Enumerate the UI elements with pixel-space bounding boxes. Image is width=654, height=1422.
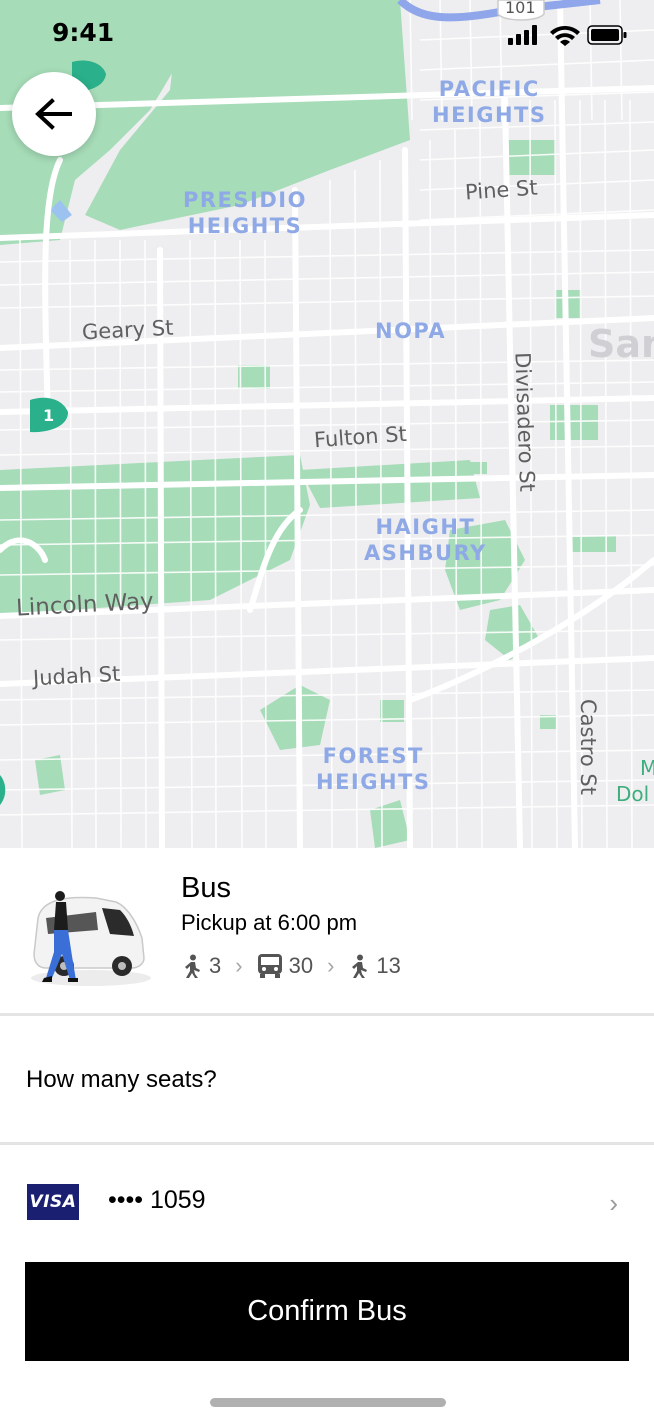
walking-icon — [352, 954, 368, 978]
route-marker: 1 — [43, 406, 55, 425]
visa-card-icon: VISA — [27, 1184, 79, 1220]
chevron-right-icon: › — [235, 953, 243, 978]
home-indicator[interactable] — [210, 1398, 446, 1407]
map[interactable]: 101 1 PACIFIC HEIGHTS PRESIDIO HEIGHTS N… — [0, 0, 654, 848]
product-row[interactable]: Bus Pickup at 6:00 pm 3 › 30 › 13 — [0, 848, 654, 1013]
confirm-button[interactable]: Confirm Bus — [25, 1262, 629, 1361]
walk-after-minutes: 13 — [376, 953, 401, 978]
dol-label: Dol — [616, 782, 650, 806]
wifi-icon — [550, 26, 580, 46]
divider — [0, 1142, 654, 1145]
cellular-signal-icon — [508, 25, 537, 45]
product-name: Bus — [181, 872, 231, 904]
pickup-time: Pickup at 6:00 pm — [181, 910, 358, 935]
card-number: •••• 1059 — [108, 1186, 206, 1214]
payment-method-row[interactable]: VISA •••• 1059 › — [0, 1148, 654, 1258]
walking-icon — [185, 954, 200, 978]
bus-vehicle-illustration — [31, 891, 151, 986]
geary-st-label: Geary St — [81, 315, 174, 345]
battery-icon — [587, 25, 627, 45]
bus-minutes: 30 — [288, 953, 314, 978]
san-label: San — [588, 322, 654, 366]
pine-st-label: Pine St — [464, 175, 539, 205]
route-summary: 3 › 30 › 13 — [181, 951, 401, 981]
bottom-sheet: Bus Pickup at 6:00 pm 3 › 30 › 13 How ma… — [0, 848, 654, 1422]
divider — [0, 1013, 654, 1016]
pacific-heights-label: PACIFIC HEIGHTS — [432, 77, 547, 127]
seats-question[interactable]: How many seats? — [26, 1066, 217, 1094]
highway-shield: 101 — [505, 0, 536, 17]
divisadero-st-label: Divisadero St — [510, 351, 540, 493]
presidio-heights-label: PRESIDIO HEIGHTS — [183, 188, 307, 238]
chevron-right-icon: › — [327, 953, 335, 978]
status-icons — [508, 25, 627, 46]
chevron-right-icon: › — [609, 1188, 618, 1218]
judah-st-label: Judah St — [32, 661, 121, 691]
status-time: 9:41 — [52, 18, 115, 47]
back-button[interactable] — [12, 72, 96, 156]
bus-icon — [257, 954, 282, 978]
nopa-label: NOPA — [375, 319, 447, 343]
haight-ashbury-label: HAIGHT ASHBURY — [364, 515, 487, 565]
arrow-left-icon — [35, 98, 72, 130]
castro-st-label: Castro St — [575, 699, 600, 795]
m-label: M — [640, 756, 654, 780]
walk-before-minutes: 3 — [209, 953, 222, 978]
map-canvas — [0, 0, 654, 848]
forest-heights-label: FOREST HEIGHTS — [316, 744, 431, 794]
